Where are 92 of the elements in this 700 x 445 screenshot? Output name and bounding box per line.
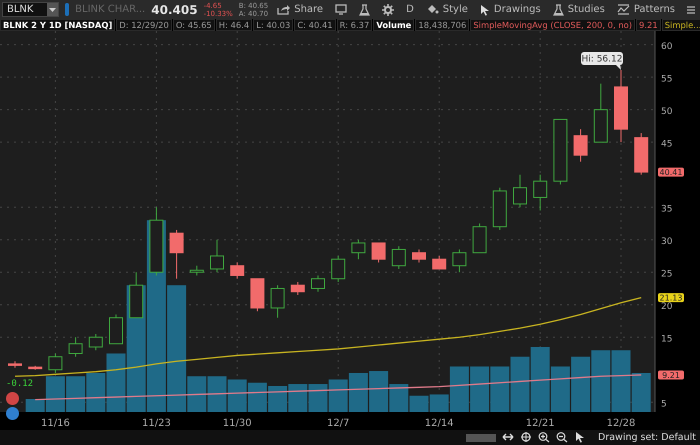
zoom-out-icon[interactable] xyxy=(556,432,568,443)
price-axis-label: 15 xyxy=(661,334,672,345)
dropdown-button[interactable] xyxy=(46,3,58,16)
price-axis-label: 45 xyxy=(661,140,672,150)
zoom-in-icon[interactable] xyxy=(538,432,550,443)
pan-icon[interactable] xyxy=(502,432,514,443)
drawing-set-label[interactable]: Drawing set: Default xyxy=(598,432,696,443)
price-tag: 40.41 xyxy=(658,168,684,178)
candlestick xyxy=(594,83,608,143)
candlestick xyxy=(513,174,527,208)
link-button[interactable] xyxy=(64,3,70,16)
info-value: O: 45.65 xyxy=(172,19,215,31)
crosshair-icon[interactable] xyxy=(520,432,532,443)
candlestick xyxy=(574,128,588,162)
candlestick xyxy=(492,187,507,230)
candlestick xyxy=(553,118,568,185)
candlestick xyxy=(149,206,164,276)
price-axis-label: 5 xyxy=(661,400,667,410)
candlestick xyxy=(28,365,42,370)
info-value: SimpleMovingAvg (CLOSE, 200, 0, no) xyxy=(470,19,636,31)
candlestick xyxy=(432,255,446,270)
info-value: Simple... xyxy=(662,19,700,31)
info-value: R: 6.37 xyxy=(336,19,372,31)
flask-icon xyxy=(552,4,564,16)
company-name: BLINK CHAR... xyxy=(75,4,146,15)
info-value: 18,438,706 xyxy=(415,19,470,31)
price-axis-label: 30 xyxy=(661,237,672,248)
price-axis-label: 20 xyxy=(661,302,672,312)
flask-icon xyxy=(359,4,370,16)
price-axis-label: 55 xyxy=(661,74,672,85)
candlestick xyxy=(311,274,325,292)
date-axis-label: 12/14 xyxy=(424,418,454,429)
candlestick xyxy=(533,174,548,211)
toolbar-button[interactable]: D xyxy=(403,1,417,18)
menu-icon xyxy=(687,4,695,14)
toolbar-button[interactable]: Patterns xyxy=(614,1,678,18)
high-callout: Hi: 56.12 xyxy=(581,52,623,70)
candlestick xyxy=(88,333,103,351)
candlestick xyxy=(372,242,386,263)
price-tag: 9.21 xyxy=(658,370,684,380)
date-axis-label: 11/23 xyxy=(142,418,171,429)
candlestick xyxy=(190,265,204,276)
toolbar-button[interactable]: Style xyxy=(422,1,471,18)
date-axis-label: 11/16 xyxy=(40,418,70,429)
lightbulb-icon[interactable] xyxy=(6,407,19,420)
candlestick xyxy=(634,132,648,176)
symbol-field[interactable]: BLNK xyxy=(2,2,59,17)
candlestick xyxy=(68,336,83,358)
candlestick xyxy=(472,222,487,254)
pattern-icon xyxy=(616,4,630,15)
candlestick xyxy=(129,272,144,318)
candlestick xyxy=(270,284,285,318)
info-label: BLNK 2 Y 1D [NASDAQ] xyxy=(0,19,116,31)
toolbar-button[interactable]: Share xyxy=(274,1,326,18)
candlestick xyxy=(230,262,244,280)
indicator-value: -0.12 xyxy=(6,379,34,389)
info-label: Volume xyxy=(373,19,414,31)
candlestick xyxy=(392,246,406,270)
info-value: 9.21 xyxy=(636,19,661,31)
price-axis-label: 60 xyxy=(661,42,672,52)
date-axis-label: 12/21 xyxy=(526,418,555,429)
candlestick xyxy=(452,248,466,273)
candlestick xyxy=(331,255,346,282)
price-axis-label: 25 xyxy=(661,270,672,280)
share-icon xyxy=(277,4,290,15)
candlestick xyxy=(250,278,264,312)
price-axis-label: 50 xyxy=(661,107,672,118)
info-value: D: 12/29/20 xyxy=(116,19,172,31)
monitor-icon xyxy=(335,4,348,15)
info-value: H: 46.4 xyxy=(216,19,252,31)
candlestick xyxy=(210,239,224,273)
candlestick xyxy=(170,229,184,280)
candlestick xyxy=(109,314,123,344)
cursor-icon[interactable] xyxy=(574,432,586,443)
toolbar-button[interactable]: Drawings xyxy=(476,1,544,18)
date-axis-label: 12/7 xyxy=(326,418,350,429)
caret-icon xyxy=(48,8,56,12)
annotation: Hi: 56.12 xyxy=(582,54,622,65)
candlestick xyxy=(290,281,305,296)
info-value: L: 40.03 xyxy=(253,19,294,31)
info-value: C: 40.41 xyxy=(294,19,336,31)
candlestick xyxy=(412,248,426,263)
last-price: 40.405 xyxy=(151,2,198,16)
gear-icon xyxy=(382,4,394,16)
price-axis-label: 35 xyxy=(661,204,672,215)
date-axis-label: 11/30 xyxy=(222,418,252,429)
date-axis-label: 12/28 xyxy=(606,418,636,429)
price-tag: 21.13 xyxy=(658,293,684,303)
candlestick xyxy=(351,239,366,260)
cursor-icon xyxy=(480,4,490,16)
toolbar-button[interactable]: Studies xyxy=(550,1,608,18)
candlestick xyxy=(48,352,62,374)
